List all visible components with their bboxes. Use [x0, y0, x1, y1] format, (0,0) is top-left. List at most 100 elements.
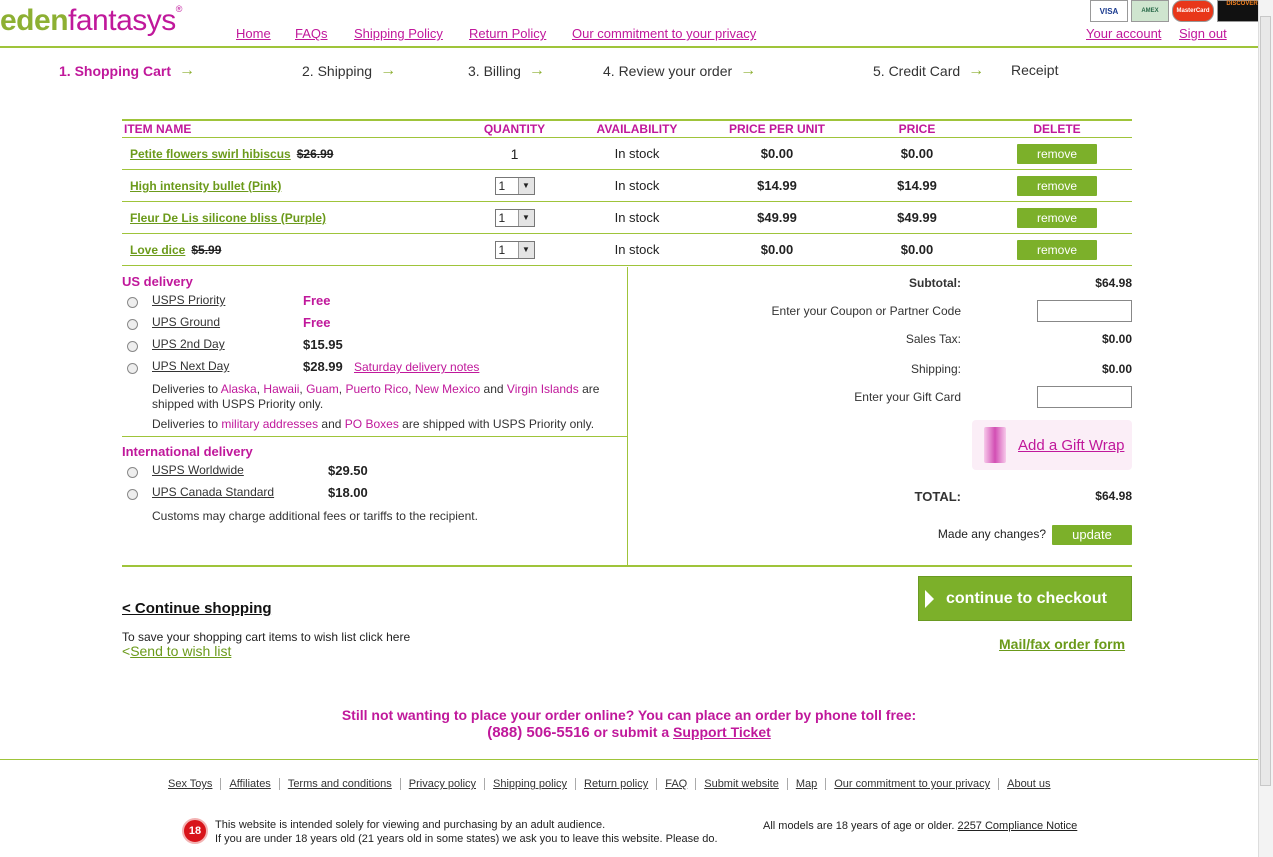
- price-per-unit-cell: $0.00: [760, 242, 794, 257]
- adult-notice-line-1: This website is intended solely for view…: [215, 819, 606, 831]
- step-shipping: 2. Shipping →: [302, 62, 396, 80]
- step-label: 5. Credit Card: [873, 63, 961, 79]
- chevron-down-icon: ▼: [517, 241, 534, 258]
- shipping-option-price: Free: [303, 315, 331, 330]
- shipping-radio[interactable]: [127, 319, 138, 330]
- puerto-rico-link[interactable]: Puerto Rico: [345, 382, 408, 396]
- intl-shipping-option-name[interactable]: UPS Canada Standard: [152, 485, 274, 499]
- intl-shipping-option-name[interactable]: USPS Worldwide: [152, 463, 244, 477]
- coupon-input[interactable]: [1037, 300, 1132, 322]
- sales-tax-value: $0.00: [1101, 332, 1132, 346]
- footer-link[interactable]: Return policy: [576, 778, 658, 790]
- phone-line-1: Still not wanting to place your order on…: [341, 707, 917, 723]
- item-cell: Petite flowers swirl hibiscus $26.99: [122, 146, 457, 161]
- intl-shipping-radio[interactable]: [127, 489, 138, 500]
- shipping-radio[interactable]: [127, 297, 138, 308]
- shipping-radio[interactable]: [127, 363, 138, 374]
- us-delivery-note-2: Deliveries to military addresses and PO …: [152, 417, 622, 432]
- quantity-select[interactable]: 1 ▼: [494, 240, 535, 259]
- compliance-link[interactable]: 2257 Compliance Notice: [957, 820, 1077, 832]
- us-delivery-title: US delivery: [122, 274, 193, 289]
- nav-faqs[interactable]: FAQs: [295, 26, 328, 41]
- item-cell: High intensity bullet (Pink): [122, 178, 457, 193]
- military-addresses-link[interactable]: military addresses: [221, 417, 318, 431]
- mail-fax-order-link[interactable]: Mail/fax order form: [999, 636, 1125, 652]
- footer-link[interactable]: Sex Toys: [160, 778, 222, 790]
- col-quantity: QUANTITY: [483, 122, 546, 136]
- customs-note: Customs may charge additional fees or ta…: [152, 509, 478, 523]
- send-to-wishlist-link[interactable]: Send to wish list: [130, 643, 231, 659]
- nav-shipping-policy[interactable]: Shipping Policy: [354, 26, 443, 41]
- footer-link[interactable]: FAQ: [657, 778, 697, 790]
- footer-link[interactable]: Our commitment to your privacy: [826, 778, 1000, 790]
- footer-link[interactable]: Privacy policy: [401, 778, 486, 790]
- quantity-select[interactable]: 1 ▼: [494, 208, 535, 227]
- hawaii-link[interactable]: Hawaii: [263, 382, 299, 396]
- quantity-cell: 1 ▼: [457, 176, 572, 195]
- sign-out-link[interactable]: Sign out: [1179, 26, 1227, 41]
- step-credit-card: 5. Credit Card →: [873, 62, 984, 80]
- intl-shipping-option-price: $18.00: [328, 485, 368, 500]
- footer-link[interactable]: Affiliates: [221, 778, 280, 790]
- logo[interactable]: edenfantasys®: [0, 4, 182, 38]
- shipping-radio[interactable]: [127, 341, 138, 352]
- cart-rows: Petite flowers swirl hibiscus $26.99 1 In…: [122, 138, 1132, 266]
- coupon-label: Enter your Coupon or Partner Code: [771, 304, 961, 318]
- note-text: are shipped with USPS Priority only.: [402, 417, 595, 431]
- nav-privacy[interactable]: Our commitment to your privacy: [572, 26, 756, 41]
- chevron-down-icon: ▼: [517, 209, 534, 226]
- remove-button[interactable]: remove: [1017, 239, 1097, 260]
- footer-link[interactable]: About us: [999, 778, 1058, 790]
- continue-shopping-link[interactable]: < Continue shopping: [122, 600, 272, 617]
- price-cell: $0.00: [900, 242, 934, 257]
- scrollbar-thumb[interactable]: [1260, 16, 1271, 786]
- shipping-option-name[interactable]: USPS Priority: [152, 293, 225, 307]
- item-name-link[interactable]: Fleur De Lis silicone bliss (Purple): [130, 211, 326, 225]
- item-name-link[interactable]: Petite flowers swirl hibiscus: [130, 147, 291, 161]
- nav-home[interactable]: Home: [236, 26, 271, 41]
- update-button[interactable]: update: [1052, 525, 1132, 545]
- price-per-unit-cell: $14.99: [757, 178, 797, 193]
- footer-link[interactable]: Terms and conditions: [280, 778, 401, 790]
- intl-shipping-radio[interactable]: [127, 467, 138, 478]
- adult-notice: This website is intended solely for view…: [215, 818, 718, 846]
- us-delivery-note-1: Deliveries to Alaska, Hawaii, Guam, Puer…: [152, 382, 600, 411]
- cart-row: Petite flowers swirl hibiscus $26.99 1 In…: [122, 138, 1132, 170]
- alaska-link[interactable]: Alaska: [221, 382, 257, 396]
- gift-wrap-button[interactable]: Add a Gift Wrap: [972, 420, 1132, 470]
- support-ticket-link[interactable]: Support Ticket: [673, 724, 771, 740]
- continue-to-checkout-button[interactable]: continue to checkout: [918, 576, 1132, 621]
- step-shopping-cart: 1. Shopping Cart →: [59, 62, 195, 80]
- nav-return-policy[interactable]: Return Policy: [469, 26, 546, 41]
- remove-button[interactable]: remove: [1017, 143, 1097, 164]
- po-boxes-link[interactable]: PO Boxes: [345, 417, 399, 431]
- virgin-islands-link[interactable]: Virgin Islands: [507, 382, 579, 396]
- shipping-option-name[interactable]: UPS Next Day: [152, 359, 229, 373]
- step-label: Receipt: [1011, 62, 1059, 78]
- footer-link[interactable]: Shipping policy: [485, 778, 577, 790]
- item-name-link[interactable]: High intensity bullet (Pink): [130, 179, 281, 193]
- guam-link[interactable]: Guam: [306, 382, 339, 396]
- step-label: 1. Shopping Cart: [59, 63, 171, 79]
- footer-link[interactable]: Submit website: [696, 778, 788, 790]
- footer-link[interactable]: Map: [788, 778, 827, 790]
- step-label: 2. Shipping: [302, 63, 373, 79]
- shipping-option-name[interactable]: UPS 2nd Day: [152, 337, 225, 351]
- arrow-right-icon: →: [740, 62, 757, 79]
- original-price: $26.99: [296, 147, 334, 161]
- quantity-select[interactable]: 1 ▼: [494, 176, 535, 195]
- gift-card-input[interactable]: [1037, 386, 1132, 408]
- new-mexico-link[interactable]: New Mexico: [415, 382, 480, 396]
- item-name-link[interactable]: Love dice: [130, 243, 185, 257]
- remove-button[interactable]: remove: [1017, 175, 1097, 196]
- saturday-delivery-link[interactable]: Saturday delivery notes: [354, 360, 479, 374]
- your-account-link[interactable]: Your account: [1086, 26, 1161, 41]
- play-arrow-icon: [925, 589, 934, 608]
- shipping-option-name[interactable]: UPS Ground: [152, 315, 220, 329]
- remove-button[interactable]: remove: [1017, 207, 1097, 228]
- shipping-option-price: Free: [303, 293, 331, 308]
- cart-row: Love dice $5.99 1 ▼ In stock $0.00 $0.00 r…: [122, 234, 1132, 266]
- col-availability: AVAILABILITY: [596, 122, 678, 136]
- footer-divider: [0, 759, 1258, 760]
- logo-eden: eden: [0, 4, 69, 37]
